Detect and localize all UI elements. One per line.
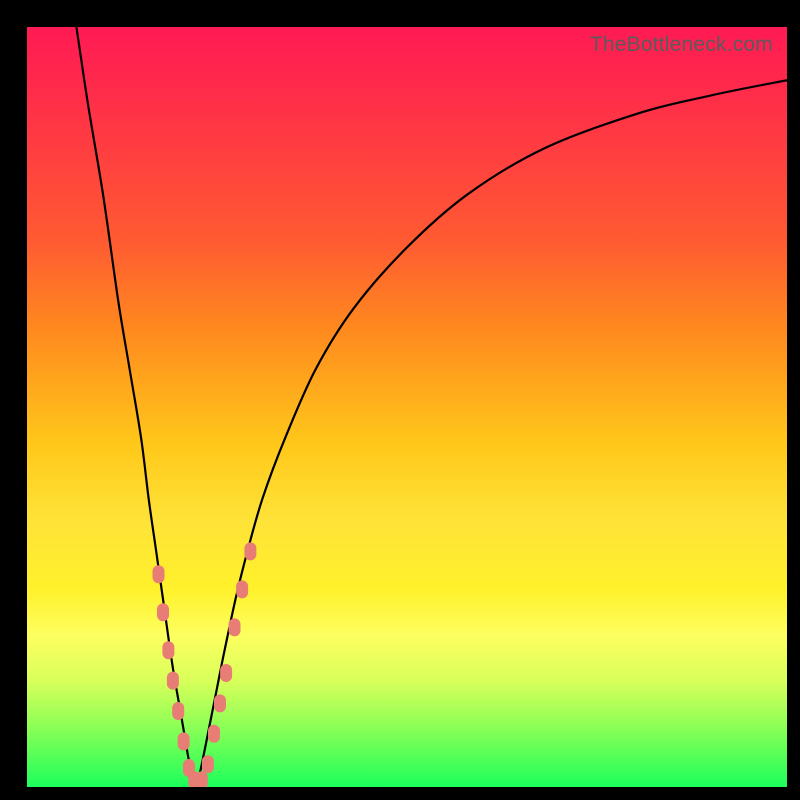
curve-right-branch bbox=[198, 80, 787, 782]
plot-area: TheBottleneck.com bbox=[27, 27, 787, 787]
data-marker bbox=[157, 603, 169, 621]
data-marker bbox=[208, 725, 220, 743]
data-marker bbox=[172, 702, 184, 720]
data-marker bbox=[244, 542, 256, 560]
chart-frame: TheBottleneck.com bbox=[0, 0, 800, 800]
curve-left-branch bbox=[76, 27, 194, 782]
data-marker bbox=[178, 732, 190, 750]
data-marker bbox=[162, 641, 174, 659]
data-marker bbox=[202, 755, 214, 773]
chart-svg bbox=[27, 27, 787, 787]
data-marker bbox=[167, 672, 179, 690]
data-marker bbox=[196, 771, 208, 787]
data-marker bbox=[153, 565, 165, 583]
data-marker bbox=[214, 694, 226, 712]
data-marker bbox=[236, 580, 248, 598]
data-marker bbox=[229, 618, 241, 636]
data-marker bbox=[220, 664, 232, 682]
